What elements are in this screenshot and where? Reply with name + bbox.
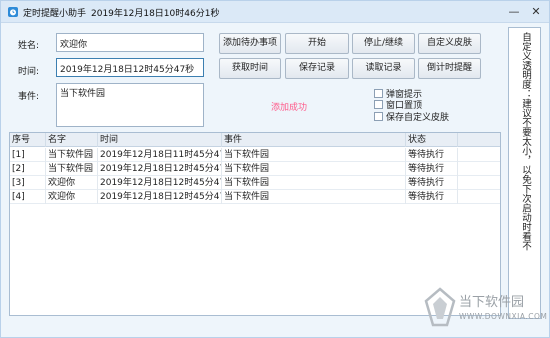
window-title: 定时提醒小助手 [23, 9, 87, 19]
watermark-url: WWW.DOWNXIA.COM [459, 312, 548, 321]
start-button[interactable]: 开始 [285, 33, 349, 54]
save-custom-skin-checkbox[interactable]: 保存自定义皮肤 [374, 110, 449, 123]
table-cell: [4] [10, 190, 46, 204]
col-header-name[interactable]: 名字 [46, 133, 98, 147]
table-row[interactable]: [4] 欢迎你 2019年12月18日12时45分47秒 当下软件园 等待执行 [10, 190, 500, 204]
table-cell: 等待执行 [406, 148, 458, 162]
title-bar[interactable]: 定时提醒小助手 2019年12月18日10时46分1秒 — ✕ [1, 1, 549, 23]
current-clock: 2019年12月18日10时46分1秒 [91, 9, 220, 19]
alarm-clock-icon [8, 7, 18, 17]
checkbox-box[interactable] [374, 100, 383, 109]
table-cell: 2019年12月18日11时45分47秒 [100, 148, 222, 162]
table-cell: 等待执行 [406, 162, 458, 176]
watermark-text: 当下软件园 [459, 295, 525, 310]
col-header-time[interactable]: 时间 [98, 133, 222, 147]
name-label: 姓名: [18, 41, 40, 51]
app-window: 定时提醒小助手 2019年12月18日10时46分1秒 — ✕ 姓名: 欢迎你 … [0, 0, 550, 338]
col-header-status[interactable]: 状态 [406, 133, 458, 147]
table-cell: 2019年12月18日12时45分47秒 [100, 162, 222, 176]
transparency-sidebar[interactable]: 自定义透明度：建议不要太小，以免下次启动时看不清！ [508, 27, 541, 319]
table-cell: 欢迎你 [46, 190, 98, 204]
add-todo-button[interactable]: 添加待办事项 [219, 33, 281, 54]
status-message: 添加成功 [271, 103, 308, 113]
table-row[interactable]: [1] 当下软件园 2019年12月18日11时45分47秒 当下软件园 等待执行 [10, 148, 500, 162]
table-row[interactable]: [2] 当下软件园 2019年12月18日12时45分47秒 当下软件园 等待执行 [10, 162, 500, 176]
checkbox-box[interactable] [374, 89, 383, 98]
name-input[interactable]: 欢迎你 [56, 33, 204, 52]
table-cell: 2019年12月18日12时45分47秒 [100, 176, 222, 190]
watermark-logo-icon [424, 287, 456, 327]
checkbox-box[interactable] [374, 112, 383, 121]
table-cell: 当下软件园 [222, 190, 406, 204]
close-button[interactable]: ✕ [527, 3, 545, 20]
transparency-note: 自定义透明度：建议不要太小，以免下次启动时看不清！ [520, 32, 531, 251]
time-input[interactable]: 2019年12月18日12时45分47秒 [56, 58, 204, 77]
table-cell: [1] [10, 148, 46, 162]
time-label: 时间: [18, 67, 40, 77]
get-time-button[interactable]: 获取时间 [219, 58, 281, 79]
table-cell: [2] [10, 162, 46, 176]
table-cell: 当下软件园 [46, 162, 98, 176]
pause-resume-button[interactable]: 停止/继续 [352, 33, 415, 54]
save-record-button[interactable]: 保存记录 [285, 58, 349, 79]
checkbox-label: 保存自定义皮肤 [386, 113, 450, 123]
table-cell: 欢迎你 [46, 176, 98, 190]
col-header-event[interactable]: 事件 [222, 133, 406, 147]
table-cell: 2019年12月18日12时45分47秒 [100, 190, 222, 204]
event-textarea[interactable]: 当下软件园 [56, 83, 204, 127]
table-cell: 当下软件园 [222, 162, 406, 176]
table-cell: [3] [10, 176, 46, 190]
minimize-button[interactable]: — [505, 3, 523, 20]
event-label: 事件: [18, 92, 40, 102]
col-header-index[interactable]: 序号 [10, 133, 46, 147]
read-record-button[interactable]: 读取记录 [352, 58, 415, 79]
countdown-button[interactable]: 倒计时提醒 [418, 58, 481, 79]
table-cell: 当下软件园 [222, 176, 406, 190]
table-header: 序号 名字 时间 事件 状态 [10, 133, 500, 147]
table-row[interactable]: [3] 欢迎你 2019年12月18日12时45分47秒 当下软件园 等待执行 [10, 176, 500, 190]
watermark: 当下软件园 WWW.DOWNXIA.COM [421, 285, 548, 333]
table-cell: 当下软件园 [46, 148, 98, 162]
custom-skin-button[interactable]: 自定义皮肤 [418, 33, 481, 54]
table-cell: 等待执行 [406, 176, 458, 190]
table-cell: 当下软件园 [222, 148, 406, 162]
table-cell: 等待执行 [406, 190, 458, 204]
